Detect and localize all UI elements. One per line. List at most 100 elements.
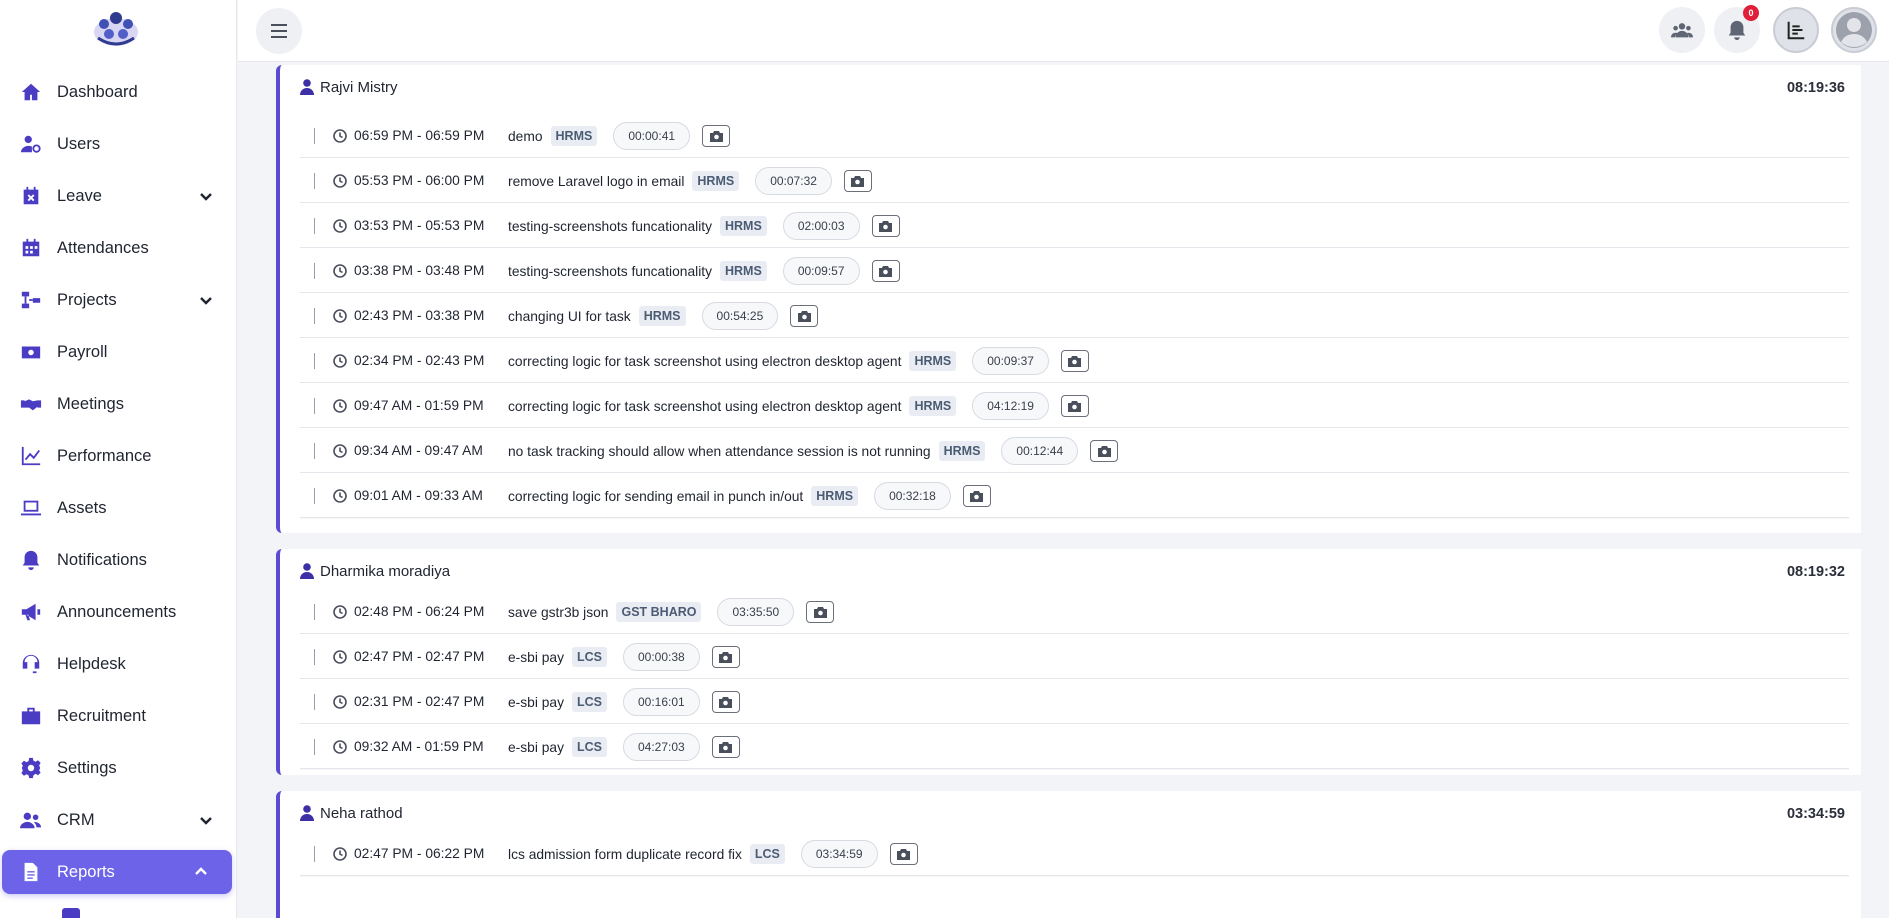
list-item: 09:34 AM - 09:47 AM no task tracking shou… (300, 428, 1849, 473)
entry-details: no task tracking should allow when atten… (508, 437, 1119, 465)
camera-icon (1068, 400, 1082, 412)
users-icon (20, 809, 42, 831)
screenshot-button[interactable] (702, 125, 731, 147)
duration-pill: 00:07:32 (755, 167, 832, 195)
bar-chart-icon (1787, 21, 1805, 40)
screenshot-button[interactable] (889, 843, 918, 865)
sidebar-item-performance[interactable]: Performance (0, 434, 236, 478)
screenshot-button[interactable] (711, 646, 740, 668)
sidebar-item-users[interactable]: Users (0, 122, 236, 166)
sidebar-item-helpdesk[interactable]: Helpdesk (0, 642, 236, 686)
sidebar-item-label: Reports (57, 862, 115, 881)
list-item: 02:47 PM - 06:22 PM lcs admission form du… (300, 831, 1849, 876)
duration-pill: 00:00:41 (613, 122, 691, 150)
reports-button[interactable] (1773, 7, 1819, 53)
sidebar-item-assets[interactable]: Assets (0, 486, 236, 530)
list-item: 09:32 AM - 01:59 PM e-sbi pay LCS 04:27:03 (300, 724, 1849, 769)
user-name: Dharmika moradiya (320, 563, 451, 580)
divider (314, 263, 315, 279)
task-title: lcs admission form duplicate record fix (508, 846, 742, 862)
calendar-x-icon (20, 185, 42, 207)
project-tag: HRMS (909, 351, 957, 371)
clock-icon (333, 219, 347, 233)
clock-icon (333, 650, 347, 664)
sidebar-item-crm[interactable]: CRM (0, 798, 236, 842)
divider (314, 443, 315, 459)
task-title: correcting logic for sending email in pu… (508, 488, 804, 504)
divider (314, 694, 315, 710)
entry-time-range: 02:34 PM - 02:43 PM (354, 353, 485, 368)
entry-time-range: 06:59 PM - 06:59 PM (354, 128, 485, 143)
project-tag: HRMS (692, 171, 740, 191)
camera-icon (851, 175, 865, 187)
screenshot-button[interactable] (711, 691, 740, 713)
sidebar-item-reports[interactable]: Reports (2, 850, 232, 894)
screenshot-button[interactable] (790, 305, 819, 327)
camera-icon (970, 490, 984, 502)
sidebar-item-label: Settings (57, 758, 117, 777)
list-item: 02:47 PM - 02:47 PM e-sbi pay LCS 00:00:38 (300, 634, 1849, 679)
task-title: remove Laravel logo in email (508, 173, 685, 189)
task-title: e-sbi pay (508, 739, 564, 755)
entry-details: remove Laravel logo in email HRMS 00:07:32 (508, 167, 872, 195)
entry-time-range: 05:53 PM - 06:00 PM (354, 173, 485, 188)
sidebar-item-dashboard[interactable]: Dashboard (0, 70, 236, 114)
screenshot-button[interactable] (871, 215, 900, 237)
sidebar-item-meetings[interactable]: Meetings (0, 382, 236, 426)
screenshot-button[interactable] (1090, 440, 1119, 462)
user-avatar[interactable] (1831, 7, 1877, 53)
screenshot-button[interactable] (711, 736, 740, 758)
entry-time-range: 09:32 AM - 01:59 PM (354, 739, 484, 754)
task-title: no task tracking should allow when atten… (508, 443, 931, 459)
screenshot-button[interactable] (1060, 395, 1089, 417)
entry-details: e-sbi pay LCS 04:27:03 (508, 733, 740, 761)
duration-pill: 00:12:44 (1001, 437, 1079, 465)
entry-details: e-sbi pay LCS 00:00:38 (508, 643, 740, 671)
sidebar-item-projects[interactable]: Projects (0, 278, 236, 322)
entry-list: 02:48 PM - 06:24 PM save gstr3b json GST B… (300, 589, 1849, 769)
app-logo-icon[interactable] (92, 8, 140, 48)
sidebar-item-label: Meetings (57, 394, 124, 413)
camera-icon (709, 130, 723, 142)
chevron-down-icon[interactable] (197, 811, 215, 829)
user-icon (300, 563, 314, 579)
chevron-down-icon[interactable] (197, 187, 215, 205)
sidebar-item-announcements[interactable]: Announcements (0, 590, 236, 634)
sidebar-item-leave[interactable]: Leave (0, 174, 236, 218)
list-item: 02:43 PM - 03:38 PM changing UI for task H… (300, 293, 1849, 338)
chevron-up-icon[interactable] (192, 863, 210, 881)
entry-details: demo HRMS 00:00:41 (508, 122, 731, 150)
user-group-header: Neha rathod 03:34:59 (280, 791, 1861, 823)
screenshot-button[interactable] (871, 260, 900, 282)
divider (314, 649, 315, 665)
sidebar-item-notifications[interactable]: Notifications (0, 538, 236, 582)
project-tag: HRMS (638, 306, 686, 326)
screenshot-button[interactable] (843, 170, 872, 192)
clock-icon (333, 129, 347, 143)
notification-count-badge: 0 (1743, 5, 1759, 21)
sidebar-item-payroll[interactable]: Payroll (0, 330, 236, 374)
sidebar-item-recruitment[interactable]: Recruitment (0, 694, 236, 738)
user-group-header: Dharmika moradiya 08:19:32 (280, 549, 1861, 581)
team-button[interactable] (1659, 7, 1705, 53)
project-tag: HRMS (938, 441, 986, 461)
entry-time-range: 03:38 PM - 03:48 PM (354, 263, 485, 278)
sidebar-item-attendances[interactable]: Attendances (0, 226, 236, 270)
screenshot-button[interactable] (1060, 350, 1089, 372)
user-total-time: 08:19:32 (1786, 564, 1845, 580)
line-chart-icon (20, 445, 42, 467)
sidebar-item-label: Announcements (57, 602, 177, 621)
sidebar-item-settings[interactable]: Settings (0, 746, 236, 790)
project-tag: HRMS (720, 216, 767, 236)
camera-icon (879, 220, 893, 232)
clock-icon (333, 264, 347, 278)
task-title: e-sbi pay (508, 694, 564, 710)
screenshot-button[interactable] (806, 601, 835, 623)
duration-pill: 02:00:03 (782, 212, 860, 240)
entry-time-range: 02:31 PM - 02:47 PM (354, 694, 485, 709)
chevron-down-icon[interactable] (197, 291, 215, 309)
menu-toggle-button[interactable] (256, 8, 302, 54)
screenshot-button[interactable] (962, 485, 991, 507)
entry-details: testing-screenshots funcationality HRMS 00… (508, 257, 900, 285)
briefcase-icon (20, 705, 42, 727)
